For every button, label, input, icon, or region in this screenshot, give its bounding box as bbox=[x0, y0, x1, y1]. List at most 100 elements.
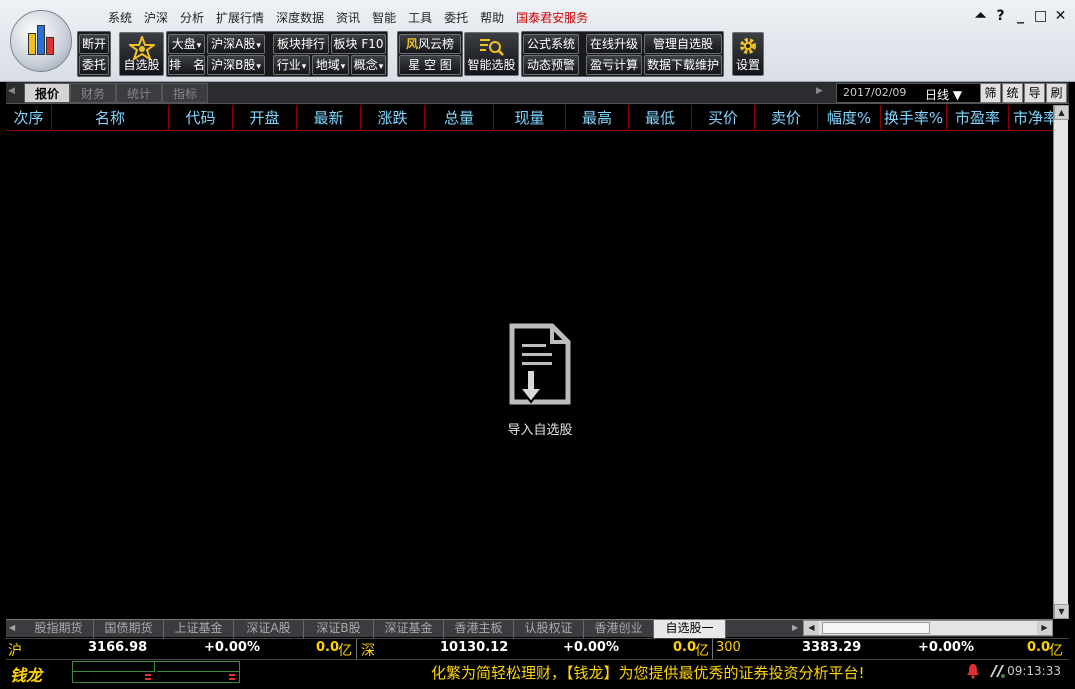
empty-state[interactable]: 导入自选股 bbox=[490, 322, 590, 438]
formula-system-button[interactable]: 公式系统 bbox=[523, 34, 579, 54]
menu-item-news[interactable]: 资讯 bbox=[336, 9, 360, 27]
sheet-scroll-right-icon[interactable]: ▶ bbox=[792, 623, 798, 632]
filter-button[interactable]: 筛 bbox=[980, 83, 1001, 103]
favorites-button[interactable]: 自选股 bbox=[119, 32, 164, 76]
scroll-left-icon[interactable]: ◀ bbox=[8, 86, 15, 96]
menu-item-broker-service[interactable]: 国泰君安服务 bbox=[516, 9, 588, 27]
sheet-tab-sh-funds[interactable]: 上证基金 bbox=[164, 620, 234, 638]
column-header-bid[interactable]: 买价 bbox=[692, 105, 755, 130]
column-header-range-pct[interactable]: 幅度% bbox=[818, 105, 881, 130]
menu-item-help[interactable]: 帮助 bbox=[480, 9, 504, 27]
news-ticker[interactable]: 化繁为简轻松理财，【钱龙】为您提供最优秀的证券投资分析平台! bbox=[431, 662, 865, 683]
column-header-pe[interactable]: 市盈率 bbox=[947, 105, 1009, 130]
column-header-high[interactable]: 最高 bbox=[566, 105, 629, 130]
connection-status-icon[interactable] bbox=[988, 663, 1006, 679]
ranking-button[interactable]: 排 名 bbox=[168, 55, 205, 75]
data-download-button[interactable]: 数据下载维护 bbox=[644, 55, 722, 75]
close-button[interactable]: ✕ bbox=[1054, 8, 1067, 24]
menu-item-system[interactable]: 系统 bbox=[108, 9, 132, 27]
sz-index-value[interactable]: 10130.12 bbox=[440, 640, 508, 655]
sheet-tab-index-futures[interactable]: 股指期货 bbox=[24, 620, 94, 638]
collapse-icon[interactable]: ⏶ bbox=[974, 8, 987, 24]
pnl-calculator-button[interactable]: 盈亏计算 bbox=[586, 55, 642, 75]
hscroll-right-arrow-icon[interactable]: ▶ bbox=[1037, 621, 1052, 635]
column-header-code[interactable]: 代码 bbox=[169, 105, 233, 130]
sheet-tab-hk-main[interactable]: 香港主板 bbox=[444, 620, 514, 638]
stats-button[interactable]: 统 bbox=[1002, 83, 1023, 103]
tab-indicators[interactable]: 指标 bbox=[162, 83, 208, 103]
import-favorites-label[interactable]: 导入自选股 bbox=[490, 419, 590, 438]
menu-item-extended[interactable]: 扩展行情 bbox=[216, 9, 264, 27]
menu-item-tools[interactable]: 工具 bbox=[408, 9, 432, 27]
settings-button[interactable]: 设置 bbox=[732, 32, 764, 76]
horizontal-scrollbar[interactable]: ◀ ▶ bbox=[803, 620, 1053, 636]
sh-sz-b-dropdown[interactable]: 沪深B股 bbox=[207, 55, 265, 75]
region-dropdown[interactable]: 地域 bbox=[312, 55, 349, 75]
logo-bar-blue bbox=[37, 25, 45, 55]
column-header-change[interactable]: 涨跌 bbox=[361, 105, 425, 130]
sheet-tab-bond-futures[interactable]: 国债期货 bbox=[94, 620, 164, 638]
scroll-up-arrow-icon[interactable]: ▲ bbox=[1054, 105, 1069, 120]
sheet-tab-hk-gem[interactable]: 香港创业 bbox=[584, 620, 654, 638]
status-bar: 钱龙 化繁为简轻松理财，【钱龙】为您提供最优秀的证券投资分析平台! 09:13:… bbox=[6, 659, 1069, 685]
scroll-right-icon[interactable]: ▶ bbox=[816, 86, 823, 96]
hscroll-thumb[interactable] bbox=[822, 622, 930, 634]
sheet-tab-warrants[interactable]: 认股权证 bbox=[514, 620, 584, 638]
industry-dropdown[interactable]: 行业 bbox=[273, 55, 310, 75]
smart-picker-button[interactable]: 智能选股 bbox=[464, 32, 519, 76]
sector-f10-button[interactable]: 板块 F10 bbox=[331, 34, 386, 54]
scroll-down-arrow-icon[interactable]: ▼ bbox=[1054, 604, 1069, 619]
star-map-button[interactable]: 星 空 图 bbox=[399, 55, 461, 75]
column-header-pb[interactable]: 市净率 bbox=[1009, 105, 1053, 130]
hs300-index-value[interactable]: 3383.29 bbox=[802, 640, 861, 655]
column-header-ask[interactable]: 卖价 bbox=[755, 105, 818, 130]
menu-item-trade[interactable]: 委托 bbox=[444, 9, 468, 27]
dynamic-alert-button[interactable]: 动态预警 bbox=[523, 55, 579, 75]
index-bar: 沪 3166.98 +0.00% 0.0 亿 深 10130.12 +0.00%… bbox=[6, 638, 1069, 659]
sheet-scroll-left-icon[interactable]: ◀ bbox=[9, 623, 15, 632]
hscroll-left-arrow-icon[interactable]: ◀ bbox=[804, 621, 819, 635]
export-button[interactable]: 导 bbox=[1024, 83, 1045, 103]
hot-list-button[interactable]: 风风云榜 bbox=[399, 34, 461, 54]
tab-statistics[interactable]: 统计 bbox=[116, 83, 162, 103]
sheet-tab-sz-funds[interactable]: 深证基金 bbox=[374, 620, 444, 638]
period-dropdown[interactable]: 日线 ▼ bbox=[925, 86, 962, 103]
column-header-name[interactable]: 名称 bbox=[52, 105, 169, 130]
column-header-low[interactable]: 最低 bbox=[629, 105, 692, 130]
refresh-button[interactable]: 刷 bbox=[1046, 83, 1067, 103]
menu-item-smart[interactable]: 智能 bbox=[372, 9, 396, 27]
disconnect-button[interactable]: 断开 bbox=[79, 34, 109, 54]
concept-dropdown[interactable]: 概念 bbox=[351, 55, 386, 75]
online-upgrade-button[interactable]: 在线升级 bbox=[586, 34, 642, 54]
index-divider bbox=[356, 639, 357, 659]
menu-item-depth-data[interactable]: 深度数据 bbox=[276, 9, 324, 27]
column-header-volume[interactable]: 总量 bbox=[425, 105, 494, 130]
sector-rank-button[interactable]: 板块排行 bbox=[273, 34, 329, 54]
tab-financials[interactable]: 财务 bbox=[70, 83, 116, 103]
column-header-open[interactable]: 开盘 bbox=[233, 105, 297, 130]
manage-favorites-button[interactable]: 管理自选股 bbox=[644, 34, 722, 54]
column-header-last[interactable]: 最新 bbox=[297, 105, 361, 130]
sheet-tab-favorites-1[interactable]: 自选股一 bbox=[654, 620, 726, 638]
app-logo[interactable] bbox=[10, 10, 72, 72]
menu-item-analysis[interactable]: 分析 bbox=[180, 9, 204, 27]
window-controls: ⏶ ? _ □ ✕ bbox=[974, 8, 1067, 24]
sh-sz-a-dropdown[interactable]: 沪深A股 bbox=[207, 34, 265, 54]
tab-quotes[interactable]: 报价 bbox=[24, 83, 70, 103]
index-dropdown[interactable]: 大盘 bbox=[168, 34, 205, 54]
qianlong-logo: 钱龙 bbox=[10, 666, 43, 685]
trade-button[interactable]: 委托 bbox=[79, 55, 109, 75]
sheet-tab-sz-b[interactable]: 深证B股 bbox=[304, 620, 374, 638]
bell-icon[interactable] bbox=[966, 663, 980, 679]
column-header-turnover-pct[interactable]: 换手率% bbox=[881, 105, 947, 130]
date-period-selector[interactable]: 2017/02/09 日线 ▼ bbox=[836, 83, 984, 103]
menu-item-market[interactable]: 沪深 bbox=[144, 9, 168, 27]
help-icon[interactable]: ? bbox=[994, 8, 1007, 24]
column-header-current-volume[interactable]: 现量 bbox=[494, 105, 566, 130]
maximize-button[interactable]: □ bbox=[1034, 8, 1047, 24]
column-header-rank[interactable]: 次序 bbox=[6, 105, 52, 130]
minimize-button[interactable]: _ bbox=[1014, 8, 1027, 24]
vertical-scrollbar[interactable]: ▲ ▼ bbox=[1053, 105, 1069, 619]
sheet-tab-sz-a[interactable]: 深证A股 bbox=[234, 620, 304, 638]
sh-index-value[interactable]: 3166.98 bbox=[88, 640, 147, 655]
